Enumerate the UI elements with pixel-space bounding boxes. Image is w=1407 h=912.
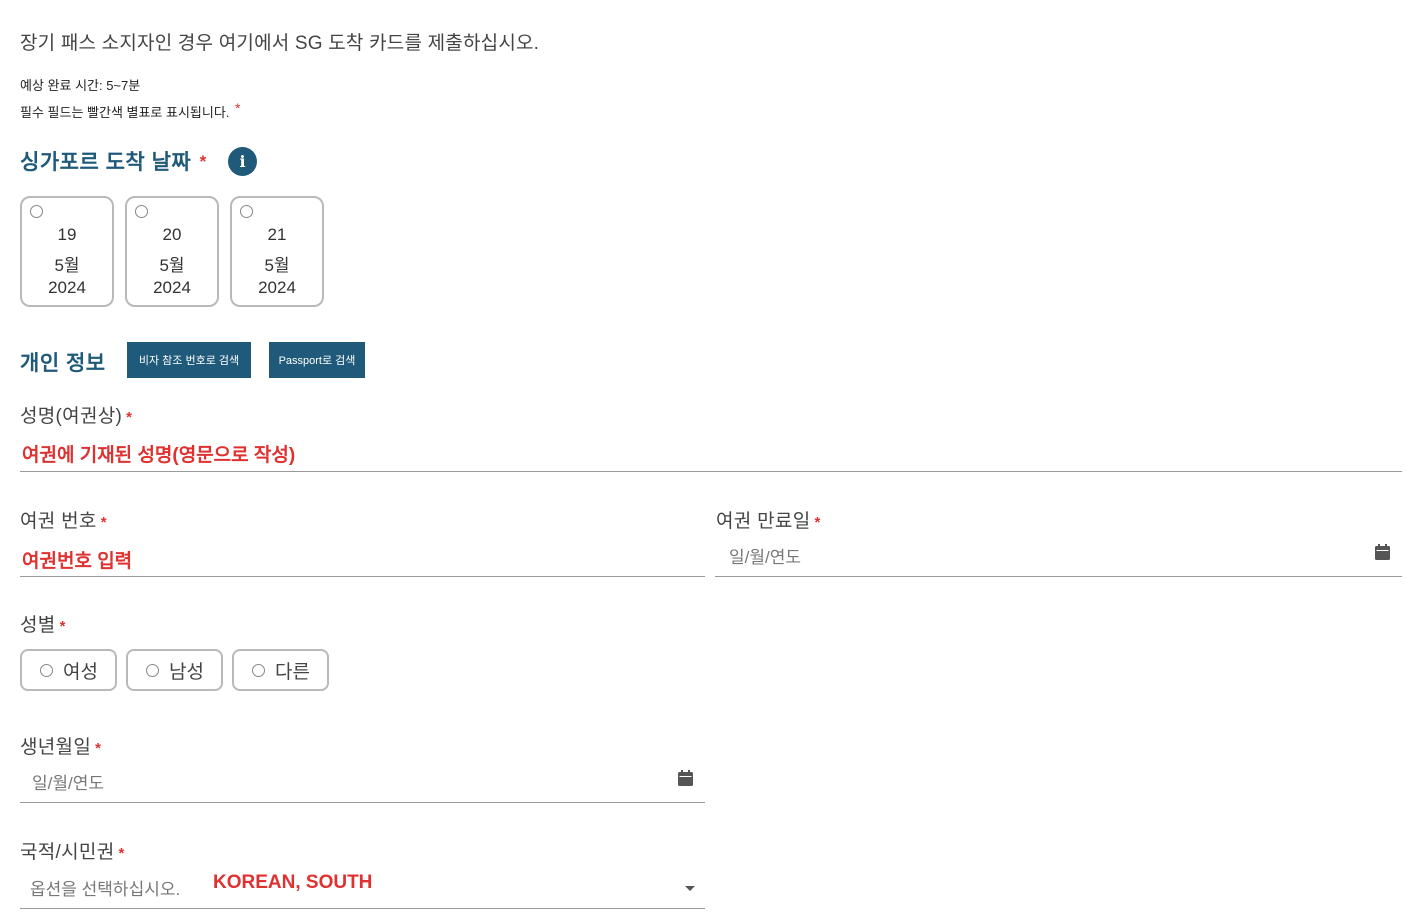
dob-label: 생년월일 * [20,732,101,759]
passport-expiry-input[interactable]: 일/월/연도 [729,543,801,568]
required-asterisk: * [59,618,66,635]
calendar-icon[interactable] [678,770,693,786]
required-asterisk: * [126,409,133,426]
sex-option-female[interactable]: 여성 [20,649,117,691]
dob-underline [20,802,705,803]
date-year: 2024 [48,278,86,297]
date-year: 2024 [153,278,191,297]
calendar-icon[interactable] [1375,544,1390,560]
full-name-label: 성명(여권상) * [20,401,132,428]
radio-circle-icon [252,663,265,677]
sex-label: 성별 * [20,610,66,637]
sex-option-label: 여성 [63,661,98,683]
sex-label-text: 성별 [20,615,56,636]
info-icon[interactable]: i [228,147,257,176]
nationality-select[interactable]: 옵션을 선택하십시오. KOREAN, SOUTH [20,868,705,904]
sex-option-other[interactable]: 다른 [232,649,329,691]
arrival-date-title: 싱가포르 도착 날짜 * [20,146,207,176]
passport-number-label: 여권 번호 * [20,506,107,533]
radio-circle-icon [135,205,148,218]
full-name-underline [20,471,1402,472]
passport-expiry-underline [715,576,1402,577]
date-month: 5월 [264,256,290,275]
nationality-label: 국적/시민권 * [20,837,125,864]
passport-number-input[interactable]: 여권번호 입력 [22,546,132,573]
intro-heading: 장기 패스 소지자인 경우 여기에서 SG 도착 카드를 제출하십시오. [20,33,540,54]
required-asterisk: * [814,514,821,531]
date-month: 5월 [54,256,80,275]
chevron-down-icon [685,886,695,891]
required-asterisk: * [235,100,241,116]
required-asterisk: * [118,845,125,862]
radio-circle-icon [30,205,43,218]
radio-circle-icon [240,205,253,218]
arrival-date-option-20[interactable]: 20 5월 2024 [125,196,219,307]
required-asterisk: * [100,514,107,531]
dob-label-text: 생년월일 [20,737,92,758]
passport-expiry-label-text: 여권 만료일 [716,511,811,532]
sex-option-label: 남성 [169,661,204,683]
estimated-time: 예상 완료 시간: 5~7분 [20,78,141,93]
passport-number-label-text: 여권 번호 [20,511,97,532]
personal-info-title: 개인 정보 [20,352,106,375]
passport-number-underline [20,576,705,577]
radio-circle-icon [146,663,159,677]
required-note: 필수 필드는 빨간색 별표로 표시됩니다. * [20,100,241,121]
sex-option-male[interactable]: 남성 [126,649,223,691]
date-day: 21 [267,225,287,244]
radio-circle-icon [40,663,53,677]
date-year: 2024 [258,278,296,297]
arrival-date-title-text: 싱가포르 도착 날짜 [20,151,192,174]
sex-option-label: 다른 [275,661,310,683]
dob-input[interactable]: 일/월/연도 [32,769,104,794]
nationality-placeholder: 옵션을 선택하십시오. [30,880,181,899]
date-day: 19 [57,225,77,244]
nationality-value: KOREAN, SOUTH [213,872,373,893]
required-asterisk: * [95,740,102,757]
passport-expiry-label: 여권 만료일 * [716,506,821,533]
nationality-underline [20,908,705,909]
full-name-input[interactable]: 여권에 기재된 성명(영문으로 작성) [22,440,295,467]
nationality-label-text: 국적/시민권 [20,842,115,863]
arrival-date-option-19[interactable]: 19 5월 2024 [20,196,114,307]
required-note-text: 필수 필드는 빨간색 별표로 표시됩니다. [20,105,230,120]
date-day: 20 [162,225,182,244]
full-name-label-text: 성명(여권상) [20,406,123,427]
arrival-date-option-21[interactable]: 21 5월 2024 [230,196,324,307]
date-month: 5월 [159,256,185,275]
arrival-card-form: 장기 패스 소지자인 경우 여기에서 SG 도착 카드를 제출하십시오. 예상 … [0,0,1407,912]
search-by-visa-button[interactable]: 비자 참조 번호로 검색 [127,342,251,378]
search-by-passport-button[interactable]: Passport로 검색 [269,342,365,378]
required-asterisk: * [199,152,207,171]
